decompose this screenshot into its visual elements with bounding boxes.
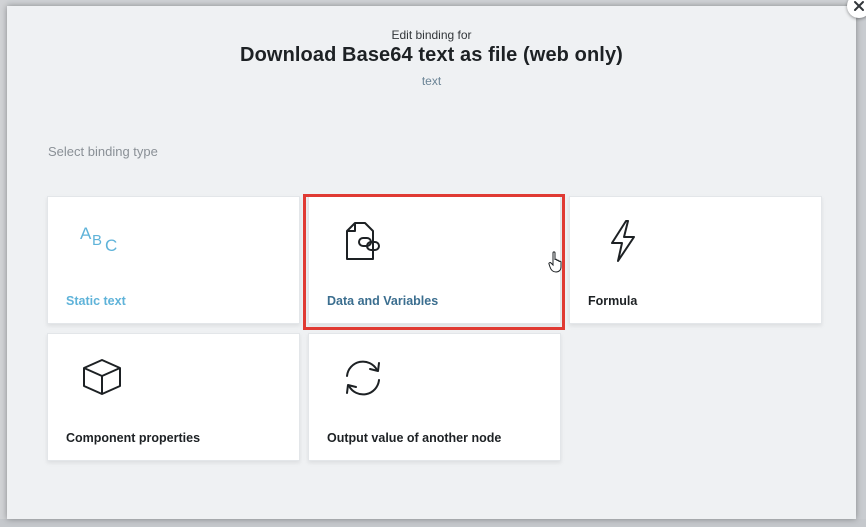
- close-button[interactable]: [847, 0, 866, 18]
- backdrop-strip-right: [856, 0, 866, 527]
- backdrop-strip-bottom: [0, 519, 866, 527]
- card-component-properties[interactable]: Component properties: [47, 333, 300, 461]
- card-label: Output value of another node: [327, 431, 502, 445]
- close-icon: [854, 1, 864, 11]
- abc-letter-a: A: [80, 224, 92, 243]
- card-static-text[interactable]: A B C Static text: [47, 196, 300, 324]
- abc-letter-c: C: [105, 236, 117, 255]
- card-label: Formula: [588, 294, 638, 308]
- document-link-icon: [346, 222, 380, 260]
- card-data-and-variables[interactable]: Data and Variables: [308, 196, 561, 324]
- backdrop-strip-left: [0, 0, 7, 527]
- section-label: Select binding type: [48, 144, 158, 159]
- dialog-kicker: Edit binding for: [391, 28, 472, 42]
- abc-letter-b: B: [92, 232, 102, 249]
- card-formula[interactable]: Formula: [569, 196, 822, 324]
- abc-text-icon: A B C: [80, 224, 117, 255]
- dialog-title: Download Base64 text as file (web only): [240, 44, 623, 66]
- card-label: Component properties: [66, 431, 201, 445]
- refresh-cycle-icon: [346, 360, 380, 396]
- lightning-icon: [611, 220, 635, 262]
- dialog-subtitle: text: [421, 74, 442, 88]
- card-label: Data and Variables: [327, 294, 439, 308]
- hand-cursor-icon: [548, 251, 562, 273]
- card-output-value-of-another-node[interactable]: Output value of another node: [308, 333, 561, 461]
- card-label: Static text: [66, 294, 126, 308]
- cube-icon: [83, 359, 121, 395]
- edit-binding-dialog: Edit binding for Download Base64 text as…: [7, 0, 866, 519]
